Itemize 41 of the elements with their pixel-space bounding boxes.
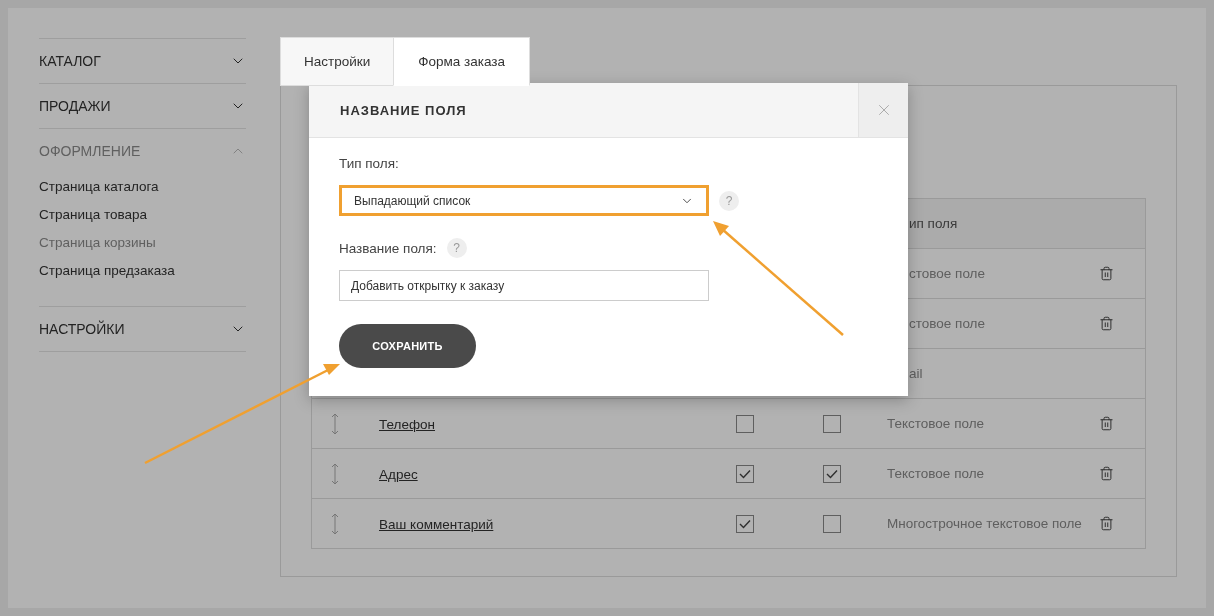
checkbox[interactable] — [822, 514, 841, 533]
trash-icon[interactable] — [1098, 466, 1114, 481]
input-field[interactable]: Добавить открытку к заказу — [339, 270, 709, 301]
check-icon — [738, 518, 751, 529]
checkbox[interactable] — [735, 514, 754, 533]
drag-handle-icon[interactable] — [330, 462, 339, 485]
field-type: Текстовое поле — [886, 416, 986, 431]
field-label: Тип поля: — [339, 155, 399, 171]
sidebar-section[interactable]: КАТАЛОГ — [39, 39, 246, 83]
select-field[interactable]: Выпадающий список — [339, 185, 709, 216]
field-name-link[interactable]: Ваш комментарий — [357, 516, 494, 532]
field-type: Текстовое поле — [886, 466, 986, 481]
checkbox[interactable] — [735, 414, 754, 433]
check-icon — [825, 468, 838, 479]
checkbox[interactable] — [822, 464, 841, 483]
drag-handle-icon[interactable] — [330, 512, 339, 535]
modal-title: НАЗВАНИЕ ПОЛЯ — [339, 101, 468, 120]
tab[interactable]: Настройки — [280, 37, 395, 86]
field-name-link[interactable]: Адрес — [357, 466, 418, 482]
sidebar-link[interactable]: Страница предзаказа — [39, 257, 175, 285]
field-type: стовое поле — [908, 316, 986, 331]
field-type: ail — [908, 366, 924, 381]
checkbox[interactable] — [822, 414, 841, 433]
field-type: Многострочное текстовое поле — [886, 516, 1083, 531]
check-icon — [738, 468, 751, 479]
sidebar-section[interactable]: ПРОДАЖИ — [39, 84, 246, 128]
trash-icon[interactable] — [1098, 416, 1114, 431]
field-label: Название поля: — [339, 240, 437, 256]
save-button[interactable]: СОХРАНИТЬ — [339, 324, 476, 368]
field-type: стовое поле — [908, 266, 986, 281]
column-header: ип поля — [908, 216, 959, 231]
sidebar-link[interactable]: Страница каталога — [39, 173, 159, 201]
trash-icon[interactable] — [1098, 316, 1114, 331]
trash-icon[interactable] — [1098, 516, 1114, 531]
checkbox[interactable] — [735, 464, 754, 483]
field-name-link[interactable]: Телефон — [357, 416, 435, 432]
sidebar-section[interactable]: НАСТРОЙКИ — [39, 307, 246, 351]
tab[interactable]: Форма заказа — [393, 37, 530, 86]
sidebar-link[interactable]: Страница товара — [39, 201, 148, 229]
drag-handle-icon[interactable] — [330, 412, 339, 435]
trash-icon[interactable] — [1098, 266, 1114, 281]
